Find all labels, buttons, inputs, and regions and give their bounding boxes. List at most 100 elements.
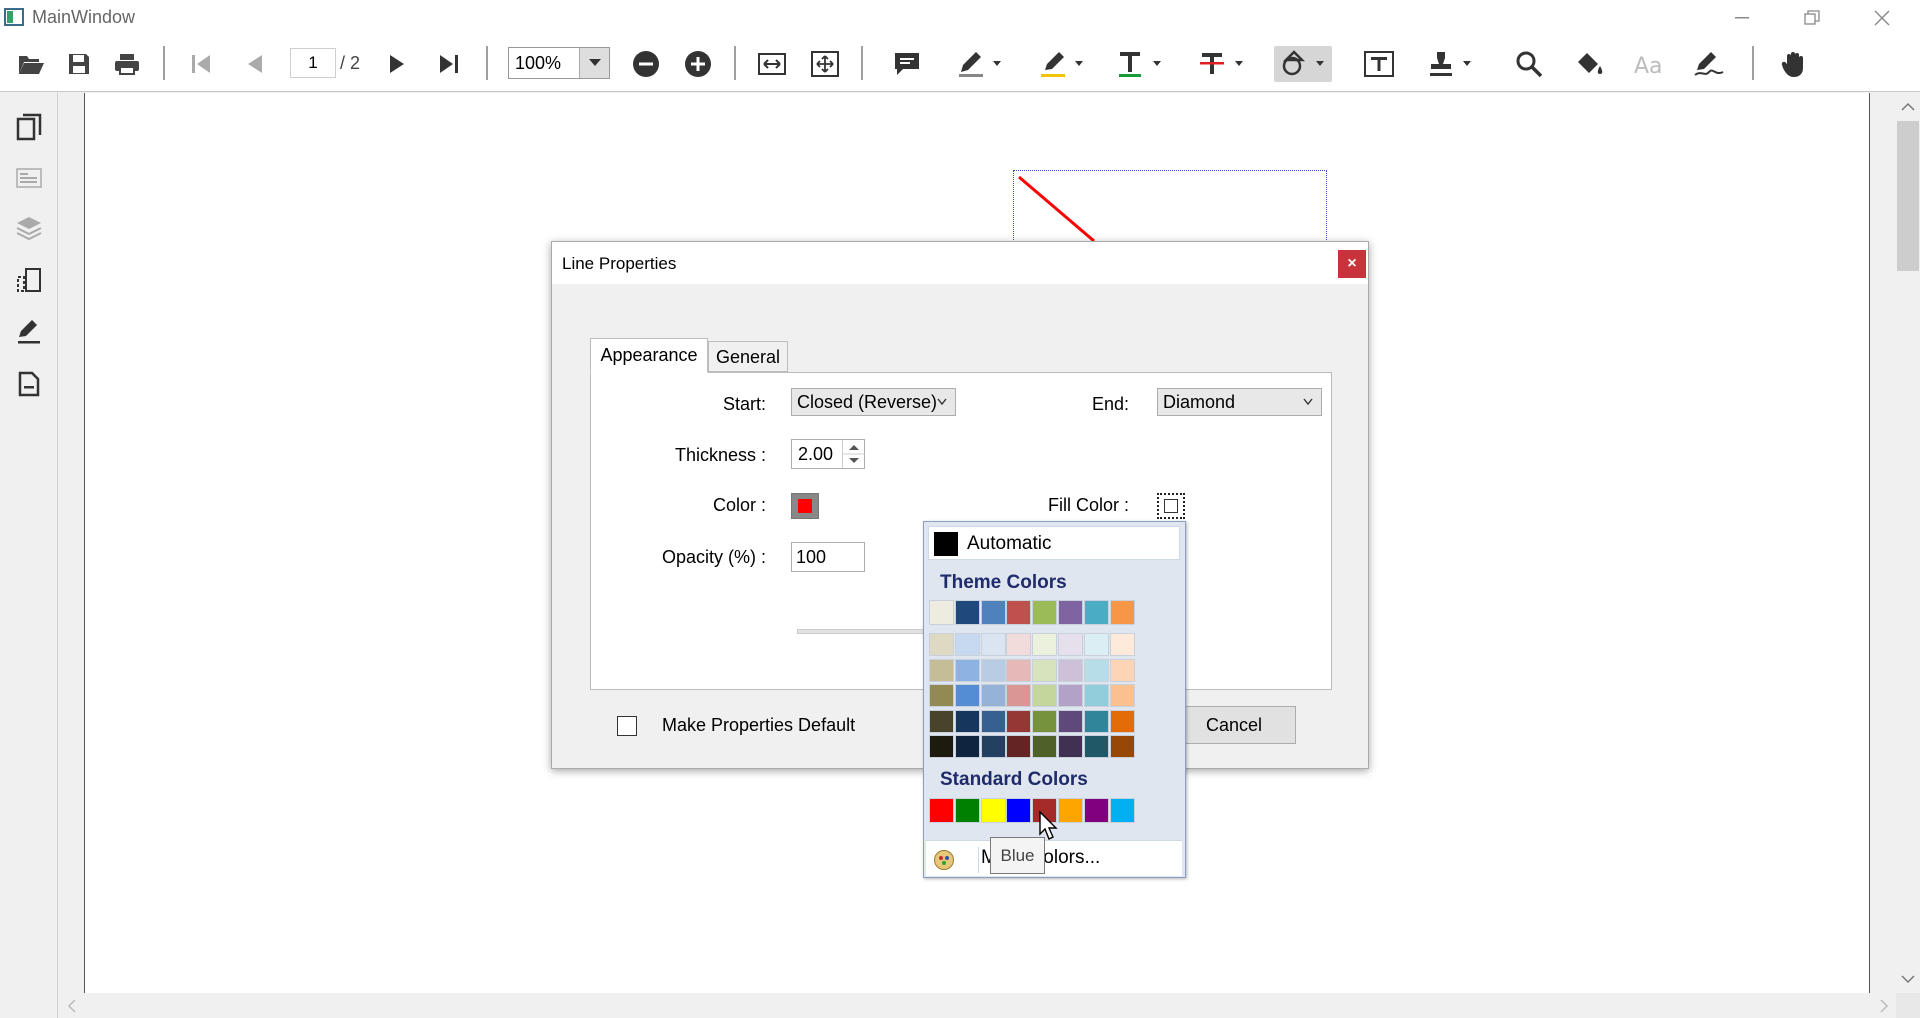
zoom-combo[interactable]: 100% bbox=[508, 47, 610, 79]
shape-tool-button[interactable] bbox=[1274, 46, 1332, 82]
standard-color-swatch[interactable] bbox=[929, 798, 954, 823]
open-button[interactable] bbox=[14, 46, 48, 82]
theme-color-swatch[interactable] bbox=[1083, 600, 1109, 625]
next-page-button[interactable] bbox=[382, 46, 412, 82]
theme-color-shade-swatch[interactable] bbox=[1032, 633, 1058, 656]
theme-color-shade-swatch[interactable] bbox=[980, 684, 1006, 708]
theme-color-shade-swatch[interactable] bbox=[929, 684, 954, 708]
line-color-picker[interactable] bbox=[791, 493, 819, 519]
zoom-dropdown-button[interactable] bbox=[579, 48, 609, 78]
make-default-checkbox[interactable] bbox=[617, 716, 637, 736]
theme-color-shade-swatch[interactable] bbox=[929, 658, 954, 682]
theme-color-shade-swatch[interactable] bbox=[980, 709, 1006, 733]
sidebar-signatures-button[interactable] bbox=[12, 315, 46, 349]
more-colors-option[interactable]: More Colors... bbox=[926, 840, 1182, 876]
first-page-button[interactable] bbox=[186, 46, 216, 82]
theme-color-swatch[interactable] bbox=[1032, 600, 1058, 625]
theme-color-shade-swatch[interactable] bbox=[954, 633, 980, 656]
minimize-button[interactable] bbox=[1712, 0, 1772, 36]
fill-color-picker[interactable] bbox=[1157, 493, 1185, 519]
restore-button[interactable] bbox=[1782, 0, 1842, 36]
save-button[interactable] bbox=[62, 46, 96, 82]
thickness-spinner[interactable]: 2.00 bbox=[791, 439, 865, 469]
theme-color-swatch[interactable] bbox=[1006, 600, 1032, 625]
underline-tool-button[interactable] bbox=[1114, 46, 1166, 82]
theme-color-shade-swatch[interactable] bbox=[980, 633, 1006, 656]
sticky-note-button[interactable] bbox=[890, 46, 924, 82]
font-button[interactable]: Aa bbox=[1632, 46, 1668, 82]
standard-color-swatch[interactable] bbox=[1109, 798, 1135, 823]
print-button[interactable] bbox=[110, 46, 144, 82]
theme-color-shade-swatch[interactable] bbox=[1032, 735, 1058, 759]
pan-tool-button[interactable] bbox=[1776, 46, 1812, 82]
theme-color-shade-swatch[interactable] bbox=[929, 735, 954, 759]
theme-color-shade-swatch[interactable] bbox=[1006, 709, 1032, 733]
theme-color-swatch[interactable] bbox=[980, 600, 1006, 625]
theme-color-shade-swatch[interactable] bbox=[1006, 658, 1032, 682]
theme-color-shade-swatch[interactable] bbox=[929, 633, 954, 656]
vertical-scrollbar[interactable] bbox=[1896, 93, 1920, 993]
theme-color-swatch[interactable] bbox=[1058, 600, 1083, 625]
textbox-tool-button[interactable] bbox=[1362, 46, 1396, 82]
start-style-combo[interactable]: Closed (Reverse) bbox=[791, 388, 956, 416]
theme-color-shade-swatch[interactable] bbox=[1083, 735, 1109, 759]
fill-tool-button[interactable] bbox=[1572, 46, 1608, 82]
cancel-button[interactable]: Cancel bbox=[1172, 706, 1296, 744]
vertical-scroll-thumb[interactable] bbox=[1897, 121, 1919, 271]
sidebar-layers-button[interactable] bbox=[12, 211, 46, 245]
stamp-tool-button[interactable] bbox=[1424, 46, 1476, 82]
theme-color-swatch[interactable] bbox=[929, 600, 954, 625]
theme-color-swatch[interactable] bbox=[954, 600, 980, 625]
theme-color-shade-swatch[interactable] bbox=[1109, 709, 1135, 733]
sidebar-organize-button[interactable] bbox=[12, 263, 46, 297]
theme-color-shade-swatch[interactable] bbox=[1006, 684, 1032, 708]
theme-color-shade-swatch[interactable] bbox=[1032, 709, 1058, 733]
sidebar-pages-button[interactable] bbox=[12, 110, 46, 144]
zoom-out-button[interactable] bbox=[630, 46, 662, 82]
close-window-button[interactable] bbox=[1852, 0, 1912, 36]
ink-tool-button[interactable] bbox=[954, 46, 1006, 82]
horizontal-scrollbar[interactable] bbox=[58, 993, 1896, 1018]
signature-button[interactable] bbox=[1692, 46, 1730, 82]
theme-color-shade-swatch[interactable] bbox=[1058, 633, 1083, 656]
standard-color-swatch[interactable] bbox=[1083, 798, 1109, 823]
theme-color-shade-swatch[interactable] bbox=[1109, 658, 1135, 682]
theme-color-swatch[interactable] bbox=[1109, 600, 1135, 625]
theme-color-shade-swatch[interactable] bbox=[1109, 684, 1135, 708]
fit-page-button[interactable] bbox=[809, 46, 841, 82]
zoom-in-button[interactable] bbox=[682, 46, 714, 82]
end-style-combo[interactable]: Diamond bbox=[1157, 388, 1322, 416]
dialog-close-button[interactable]: × bbox=[1338, 250, 1366, 278]
thickness-spin-buttons[interactable] bbox=[842, 440, 865, 468]
standard-color-swatch[interactable] bbox=[954, 798, 980, 823]
theme-color-shade-swatch[interactable] bbox=[1083, 709, 1109, 733]
theme-color-shade-swatch[interactable] bbox=[980, 658, 1006, 682]
last-page-button[interactable] bbox=[434, 46, 466, 82]
sidebar-attachments-button[interactable] bbox=[12, 367, 46, 401]
sidebar-bookmarks-button[interactable] bbox=[12, 161, 46, 195]
theme-color-shade-swatch[interactable] bbox=[1032, 658, 1058, 682]
theme-color-shade-swatch[interactable] bbox=[1109, 633, 1135, 656]
theme-color-shade-swatch[interactable] bbox=[1058, 735, 1083, 759]
theme-color-shade-swatch[interactable] bbox=[929, 709, 954, 733]
highlight-tool-button[interactable] bbox=[1036, 46, 1088, 82]
theme-color-shade-swatch[interactable] bbox=[1058, 709, 1083, 733]
theme-color-shade-swatch[interactable] bbox=[1006, 735, 1032, 759]
theme-color-shade-swatch[interactable] bbox=[1083, 633, 1109, 656]
theme-color-shade-swatch[interactable] bbox=[1083, 658, 1109, 682]
tab-general[interactable]: General bbox=[708, 341, 788, 372]
theme-color-shade-swatch[interactable] bbox=[980, 735, 1006, 759]
theme-color-shade-swatch[interactable] bbox=[1083, 684, 1109, 708]
automatic-color-option[interactable]: Automatic bbox=[928, 526, 1180, 560]
theme-color-shade-swatch[interactable] bbox=[954, 709, 980, 733]
theme-color-shade-swatch[interactable] bbox=[954, 735, 980, 759]
search-button[interactable] bbox=[1512, 46, 1546, 82]
theme-color-shade-swatch[interactable] bbox=[1058, 658, 1083, 682]
theme-color-shade-swatch[interactable] bbox=[954, 684, 980, 708]
theme-color-shade-swatch[interactable] bbox=[954, 658, 980, 682]
theme-color-shade-swatch[interactable] bbox=[1109, 735, 1135, 759]
fit-width-button[interactable] bbox=[756, 46, 788, 82]
tab-appearance[interactable]: Appearance bbox=[590, 338, 708, 373]
opacity-input[interactable]: 100 bbox=[791, 542, 865, 572]
theme-color-shade-swatch[interactable] bbox=[1006, 633, 1032, 656]
